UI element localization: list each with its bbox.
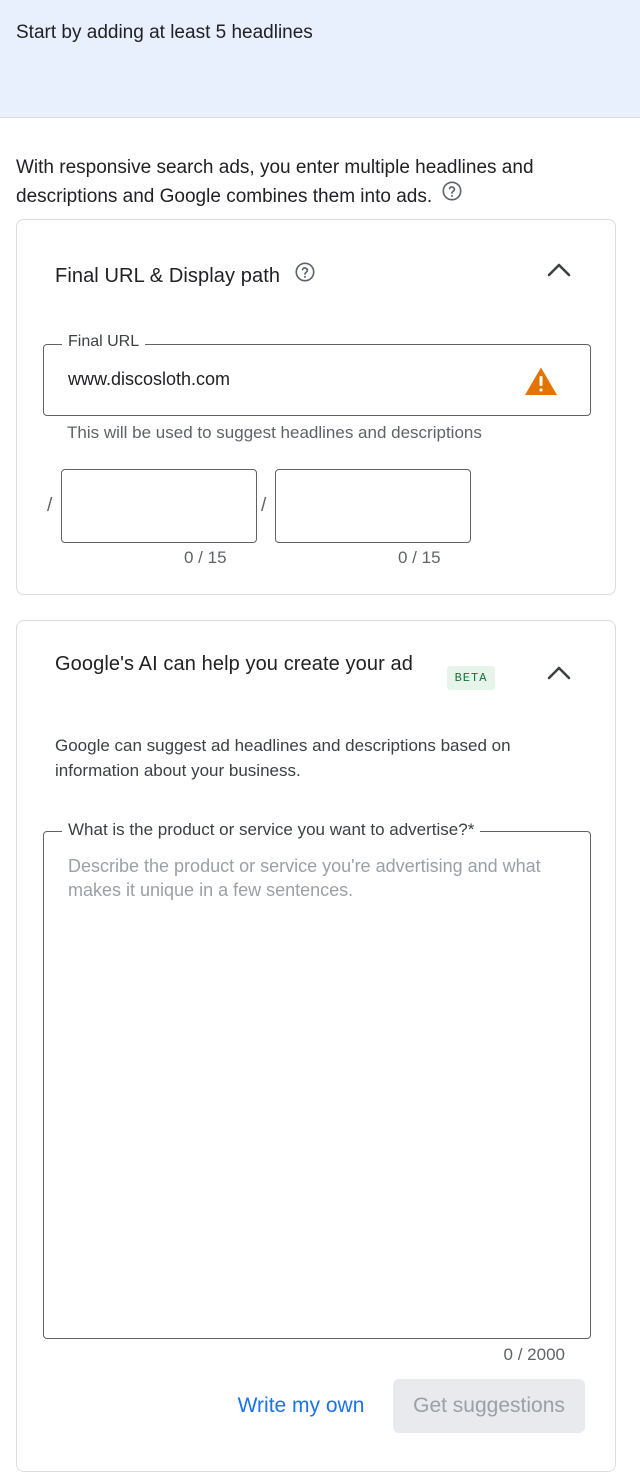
collapse-chevron-up-icon[interactable]: [545, 256, 573, 284]
product-description-label: What is the product or service you want …: [62, 820, 481, 840]
final-url-card-title-text: Final URL & Display path: [55, 264, 281, 287]
display-path-2-input[interactable]: [275, 469, 471, 543]
display-path-1-input[interactable]: [61, 469, 257, 543]
intro-text: With responsive search ads, you enter mu…: [16, 153, 616, 211]
write-my-own-button[interactable]: Write my own: [217, 1379, 385, 1433]
final-url-label: Final URL: [62, 333, 146, 351]
product-description-count: 0 / 2000: [503, 1345, 565, 1364]
final-url-value[interactable]: www.discosloth.com: [68, 369, 230, 390]
help-icon[interactable]: [294, 261, 316, 289]
path-separator: /: [47, 495, 53, 516]
collapse-chevron-up-icon[interactable]: [545, 659, 573, 687]
final-url-field[interactable]: Final URL www.discosloth.com: [43, 333, 591, 416]
warning-icon: [524, 366, 558, 396]
ai-card-title: Google's AI can help you create your ad: [55, 653, 413, 675]
headline-requirement-banner: Start by adding at least 5 headlines: [0, 0, 640, 118]
display-path-1-count: 0 / 15: [184, 548, 227, 567]
ai-card-description: Google can suggest ad headlines and desc…: [55, 736, 511, 780]
ai-suggestions-card: Google's AI can help you create your ad …: [16, 620, 616, 1472]
beta-badge: BETA: [447, 666, 495, 690]
product-description-placeholder: Describe the product or service you're a…: [68, 856, 541, 900]
display-path-2-count: 0 / 15: [398, 548, 441, 567]
final-url-helper-text: This will be used to suggest headlines a…: [67, 423, 482, 442]
banner-text: Start by adding at least 5 headlines: [16, 22, 313, 43]
path-separator: /: [261, 495, 267, 516]
help-icon[interactable]: [441, 180, 463, 211]
final-url-card: Final URL & Display path Final URL www.d…: [16, 219, 616, 595]
product-description-textarea[interactable]: What is the product or service you want …: [43, 820, 591, 1339]
get-suggestions-button[interactable]: Get suggestions: [393, 1379, 585, 1433]
final-url-card-title: Final URL & Display path: [55, 261, 316, 289]
